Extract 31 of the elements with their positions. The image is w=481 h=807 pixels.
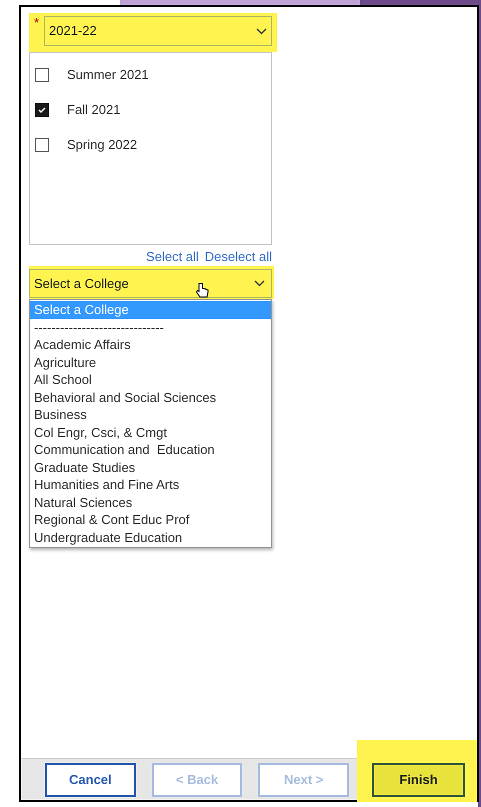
year-select[interactable]: 2021-22 — [44, 16, 272, 46]
dropdown-option[interactable]: All School — [30, 371, 271, 388]
select-value: 2021-22 — [49, 22, 97, 40]
dropdown-option[interactable]: Business — [30, 406, 271, 424]
term-label: Spring 2022 — [67, 136, 138, 154]
select-value: Select a College — [34, 274, 129, 293]
dropdown-option[interactable]: Communication and Education — [30, 441, 271, 458]
chevron-down-icon — [254, 280, 265, 287]
term-label: Fall 2021 — [67, 100, 120, 119]
checkbox[interactable] — [35, 68, 49, 82]
wizard-button[interactable]: Cancel — [45, 762, 136, 796]
required-asterisk: * — [34, 16, 40, 29]
dropdown-option[interactable]: Natural Sciences — [30, 494, 271, 511]
chevron-down-icon — [256, 28, 267, 34]
dropdown-option[interactable]: Agriculture — [30, 354, 271, 371]
dropdown-option[interactable]: Regional & Cont Educ Prof — [30, 511, 271, 528]
dropdown-option[interactable]: Humanities and Fine Arts — [30, 476, 271, 494]
dropdown-option[interactable]: Undergraduate Education — [30, 528, 271, 546]
dropdown-option[interactable]: ------------------------------ — [30, 318, 271, 336]
checkmark-icon — [37, 104, 47, 114]
term-label: Summer 2021 — [67, 66, 149, 84]
dropdown-option[interactable]: Academic Affairs — [30, 336, 271, 354]
dropdown-option[interactable]: Graduate Studies — [30, 458, 271, 476]
checkbox[interactable] — [35, 138, 49, 152]
college-select[interactable]: Select a College — [29, 269, 272, 298]
link[interactable]: Select all — [146, 250, 199, 263]
link[interactable]: Deselect all — [204, 250, 272, 263]
wizard-button[interactable]: Finish — [372, 762, 466, 796]
dropdown-option[interactable]: Behavioral and Social Sciences — [30, 388, 271, 406]
checkbox[interactable] — [35, 102, 49, 116]
dropdown-option[interactable]: Col Engr, Csci, & Cmgt — [30, 424, 271, 441]
